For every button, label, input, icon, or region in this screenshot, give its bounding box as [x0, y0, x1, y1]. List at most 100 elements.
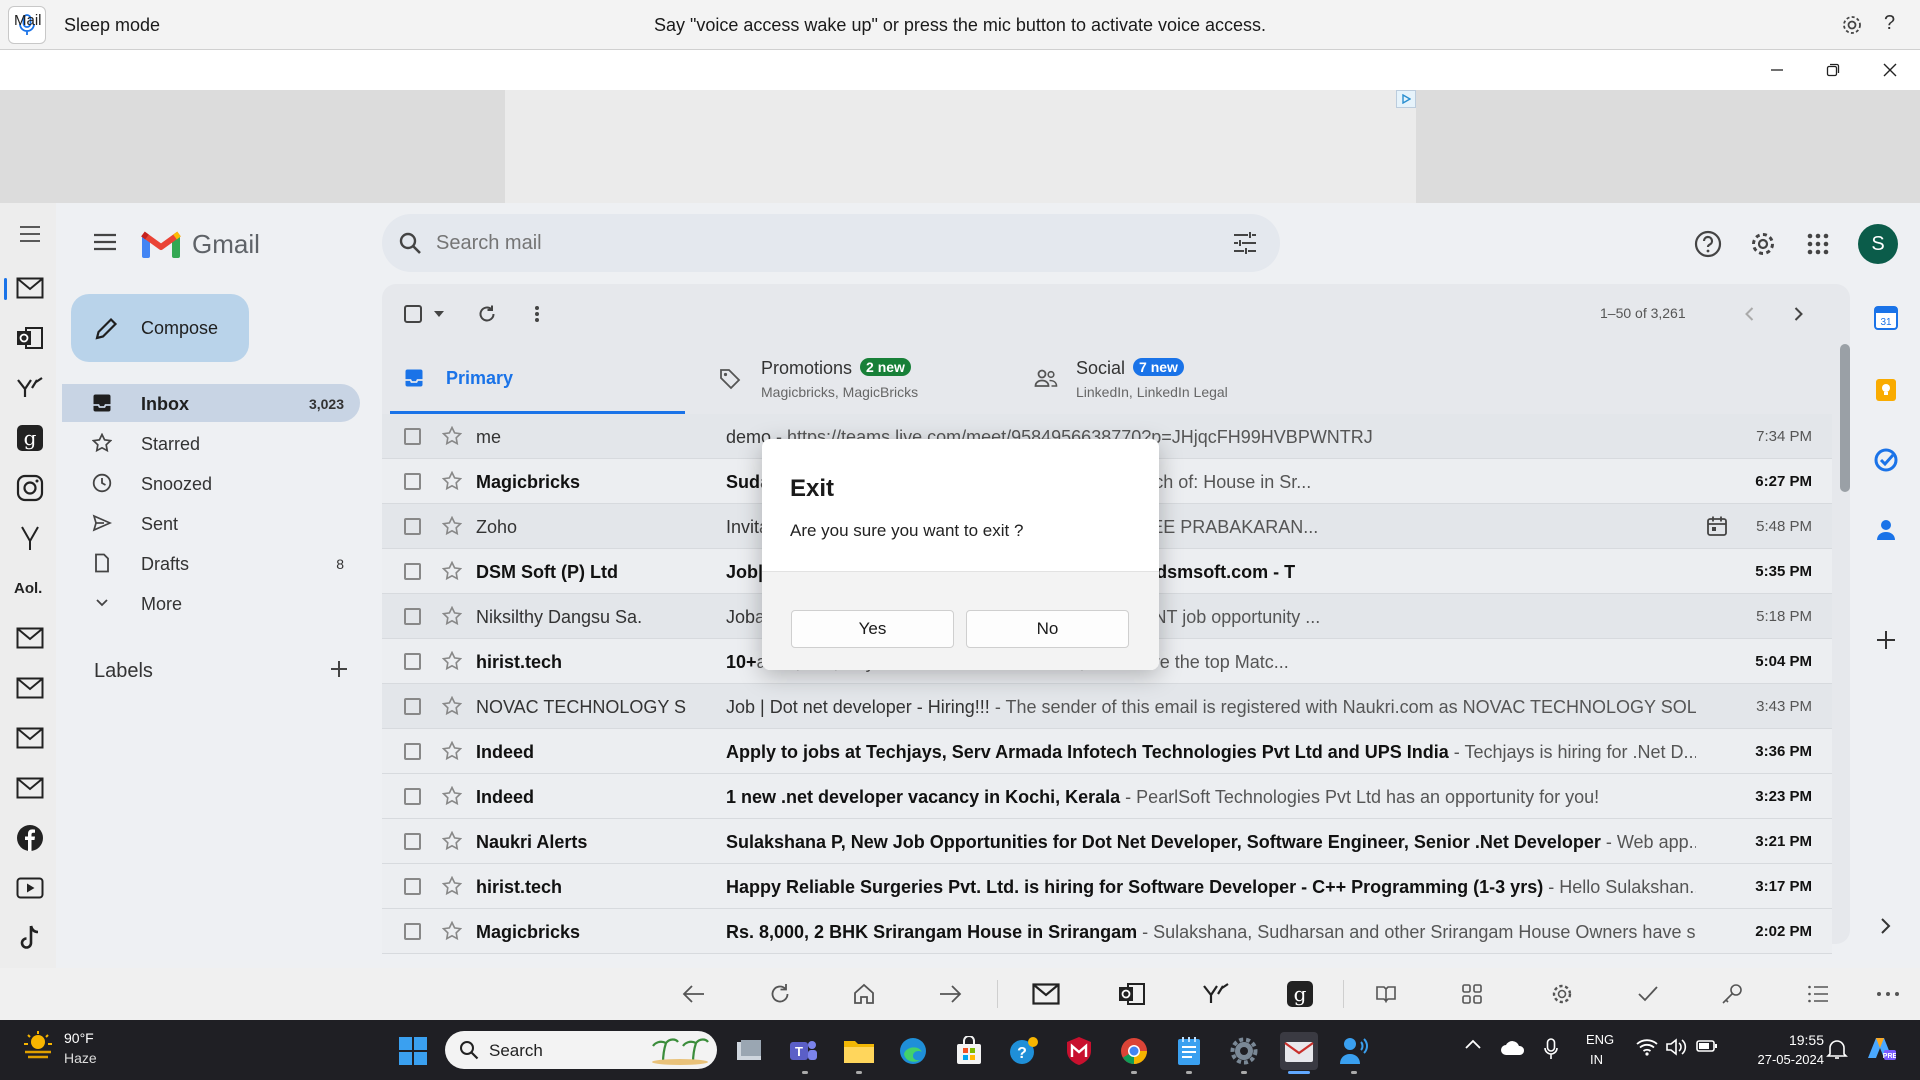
nav-item-snoozed[interactable]: Snoozed [62, 464, 360, 502]
taskbar-file-explorer[interactable] [840, 1032, 878, 1070]
settings-button[interactable] [1749, 230, 1777, 258]
minimize-button[interactable] [1765, 58, 1789, 82]
toolbar-gmail[interactable] [1028, 976, 1064, 1012]
nav-item-sent[interactable]: Sent [62, 504, 360, 542]
search-button[interactable] [398, 231, 422, 255]
nav-item-starred[interactable]: Starred [62, 424, 360, 462]
forward-button[interactable] [932, 976, 968, 1012]
tray-wifi[interactable] [1636, 1038, 1658, 1056]
launcher-aol[interactable]: Aol. [14, 572, 46, 604]
taskbar-search-box[interactable]: Search [445, 1031, 717, 1069]
launcher-mail-4[interactable] [14, 772, 46, 804]
restore-button[interactable] [1821, 58, 1845, 82]
side-contacts-button[interactable] [1872, 516, 1900, 544]
launcher-google[interactable]: g [14, 422, 46, 454]
taskbar-store[interactable] [950, 1032, 988, 1070]
star-icon[interactable] [442, 876, 462, 896]
taskbar-edge[interactable] [894, 1032, 932, 1070]
toolbar-key-button[interactable] [1714, 976, 1750, 1012]
toolbar-more-button[interactable] [1870, 976, 1906, 1012]
row-checkbox[interactable] [404, 788, 421, 805]
row-checkbox[interactable] [404, 608, 421, 625]
reload-button[interactable] [762, 976, 798, 1012]
star-icon[interactable] [442, 651, 462, 671]
clock-time[interactable]: 19:55 [1768, 1032, 1824, 1048]
nav-item-drafts[interactable]: Drafts 8 [62, 544, 360, 582]
side-add-addon-button[interactable] [1872, 626, 1900, 654]
table-row[interactable]: hirist.tech Happy Reliable Surgeries Pvt… [382, 864, 1832, 909]
side-panel-expand-button[interactable] [1872, 912, 1900, 940]
table-row[interactable]: Magicbricks Rs. 8,000, 2 BHK Srirangam H… [382, 909, 1832, 954]
google-apps-button[interactable] [1806, 232, 1830, 256]
toolbar-settings-button[interactable] [1544, 976, 1580, 1012]
tray-battery[interactable] [1696, 1038, 1718, 1054]
toolbar-yahoo[interactable] [1198, 976, 1234, 1012]
row-checkbox[interactable] [404, 833, 421, 850]
nav-item-inbox[interactable]: Inbox 3,023 [62, 384, 360, 422]
toolbar-google[interactable]: g [1282, 976, 1318, 1012]
back-button[interactable] [676, 976, 712, 1012]
taskbar-chrome[interactable] [1115, 1032, 1153, 1070]
toolbar-list-button[interactable] [1800, 976, 1836, 1012]
home-button[interactable] [846, 976, 882, 1012]
row-checkbox[interactable] [404, 878, 421, 895]
tray-volume[interactable] [1666, 1038, 1688, 1056]
toolbar-reader-button[interactable] [1368, 976, 1404, 1012]
launcher-mail-1[interactable] [14, 622, 46, 654]
side-calendar-button[interactable]: 31 [1872, 304, 1900, 332]
tray-copilot[interactable]: PRE [1864, 1034, 1896, 1062]
row-checkbox[interactable] [404, 563, 421, 580]
side-keep-button[interactable] [1872, 376, 1900, 404]
star-icon[interactable] [442, 471, 462, 491]
star-icon[interactable] [442, 561, 462, 581]
row-checkbox[interactable] [404, 473, 421, 490]
launcher-facebook[interactable] [14, 822, 46, 854]
taskbar-voice-access[interactable] [1335, 1032, 1373, 1070]
tray-notifications[interactable] [1826, 1038, 1848, 1060]
toolbar-check-button[interactable] [1630, 976, 1666, 1012]
taskbar-teams[interactable]: T [784, 1032, 822, 1070]
more-actions-button[interactable] [532, 304, 542, 324]
row-checkbox[interactable] [404, 698, 421, 715]
mail-list-scrollbar[interactable] [1840, 344, 1850, 492]
taskbar-task-view[interactable] [730, 1032, 768, 1070]
compose-button[interactable]: Compose [71, 294, 249, 362]
launcher-youtube[interactable] [14, 872, 46, 904]
star-icon[interactable] [442, 516, 462, 536]
taskbar-settings[interactable] [1225, 1032, 1263, 1070]
start-button[interactable] [394, 1032, 432, 1070]
star-icon[interactable] [442, 696, 462, 716]
main-menu-button[interactable] [92, 232, 118, 252]
row-checkbox[interactable] [404, 653, 421, 670]
row-checkbox[interactable] [404, 518, 421, 535]
create-label-button[interactable] [330, 660, 348, 678]
row-checkbox[interactable] [404, 743, 421, 760]
search-input[interactable] [436, 229, 1196, 257]
dialog-no-button[interactable]: No [966, 610, 1129, 648]
launcher-tiktok[interactable] [14, 922, 46, 954]
toolbar-tabs-button[interactable] [1454, 976, 1490, 1012]
input-language[interactable]: ENG [1586, 1032, 1614, 1047]
star-icon[interactable] [442, 786, 462, 806]
older-page-button[interactable] [1740, 304, 1760, 324]
table-row[interactable]: NOVAC TECHNOLOGY SO. Job | Dot net devel… [382, 684, 1832, 729]
row-checkbox[interactable] [404, 923, 421, 940]
gmail-logo[interactable] [140, 228, 182, 260]
taskbar-notepad[interactable] [1170, 1032, 1208, 1070]
launcher-menu-button[interactable] [18, 224, 42, 244]
voice-access-help-button[interactable]: ? [1884, 12, 1895, 35]
tray-microphone[interactable] [1544, 1038, 1558, 1060]
refresh-button[interactable] [477, 304, 497, 324]
star-icon[interactable] [442, 741, 462, 761]
nav-item-more[interactable]: More [62, 584, 360, 622]
side-tasks-button[interactable] [1872, 446, 1900, 474]
calendar-invite-icon[interactable] [1706, 515, 1728, 537]
table-row[interactable]: Indeed 1 new .net developer vacancy in K… [382, 774, 1832, 819]
select-options-dropdown[interactable] [433, 309, 445, 319]
account-avatar[interactable]: S [1858, 224, 1898, 264]
launcher-instagram[interactable] [14, 472, 46, 504]
launcher-outlook[interactable] [14, 322, 46, 354]
weather-widget-icon[interactable] [22, 1030, 54, 1060]
voice-access-settings-button[interactable] [1840, 13, 1864, 37]
toolbar-outlook[interactable] [1114, 976, 1150, 1012]
